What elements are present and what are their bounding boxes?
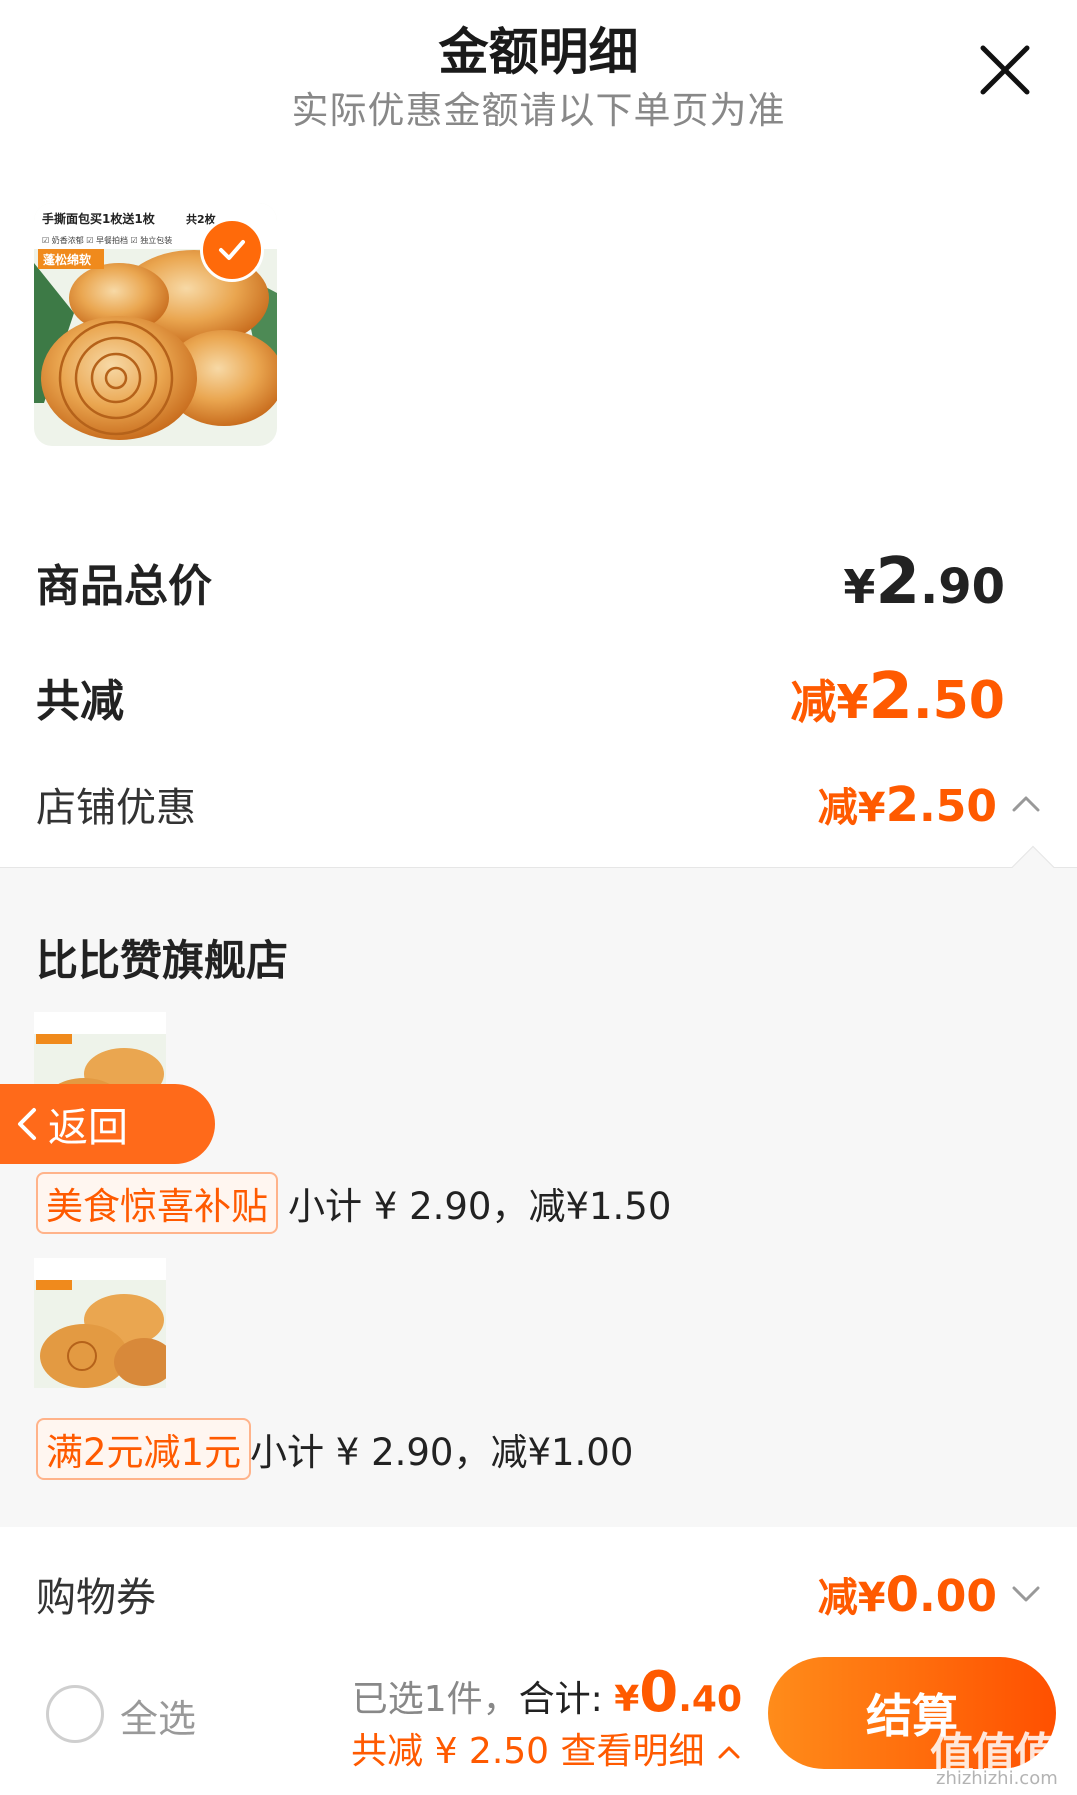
close-icon[interactable] [975, 40, 1035, 100]
page-title: 金额明细 [438, 23, 639, 81]
coupon-label: 购物券 [36, 1575, 156, 1621]
view-detail-link[interactable]: 共减 ¥ 2.50 查看明细 [351, 1722, 742, 1774]
store-discount-value: 减¥2.50 [818, 775, 1043, 833]
page-subtitle: 实际优惠金额请以下单页为准 [291, 89, 786, 132]
coupon-value: 减¥0.00 [818, 1565, 1043, 1623]
item-subtotal: 小计 ¥ 2.90，减¥1.50 [288, 1185, 672, 1228]
back-button-label: 返回 [48, 1105, 128, 1151]
chevron-up-icon[interactable] [1009, 787, 1043, 821]
amount-detail-sheet: 金额明细 实际优惠金额请以下单页为准 手撕面包买1枚送1枚 共2枚 ☑ 奶香浓郁… [0, 0, 1077, 1795]
total-reduction-value: 减¥2.50 [790, 660, 1005, 734]
image-caption-title: 手撕面包买1枚送1枚 [42, 211, 156, 226]
image-caption-features: ☑ 奶香浓郁 ☑ 早餐拍档 ☑ 独立包装 [42, 235, 172, 245]
item-thumbnail [34, 1258, 166, 1388]
shop-name: 比比赞旗舰店 [36, 936, 289, 985]
image-caption-badge: 蓬松绵软 [43, 252, 91, 267]
store-discount-row[interactable]: 店铺优惠 减¥2.50 [36, 775, 1043, 833]
goods-total-row: 商品总价 ¥2.90 [36, 545, 1005, 619]
goods-total-label: 商品总价 [36, 561, 212, 612]
promo-tag: 满2元减1元 [36, 1418, 252, 1480]
goods-total-value: ¥2.90 [843, 545, 1005, 619]
promo-tag: 美食惊喜补贴 [36, 1172, 278, 1234]
chevron-left-icon [18, 1108, 36, 1140]
selected-check-icon[interactable] [200, 218, 264, 282]
total-reduction-label: 共减 [36, 676, 124, 727]
coupon-row[interactable]: 购物券 减¥0.00 [36, 1565, 1043, 1623]
item-subtotal: 小计 ¥ 2.90，减¥1.00 [250, 1431, 634, 1474]
chevron-down-icon[interactable] [1009, 1577, 1043, 1611]
store-discount-label: 店铺优惠 [36, 785, 196, 831]
back-button[interactable]: 返回 [0, 1084, 215, 1164]
watermark-url: zhizhizhi.com [936, 1768, 1058, 1789]
select-all-radio[interactable] [46, 1685, 104, 1743]
total-reduction-row: 共减 减¥2.50 [36, 660, 1005, 734]
chevron-up-small-icon [718, 1746, 740, 1759]
cart-total-summary: 已选1件，合计: ¥0.40 [351, 1660, 742, 1725]
select-all-label[interactable]: 全选 [120, 1688, 196, 1743]
